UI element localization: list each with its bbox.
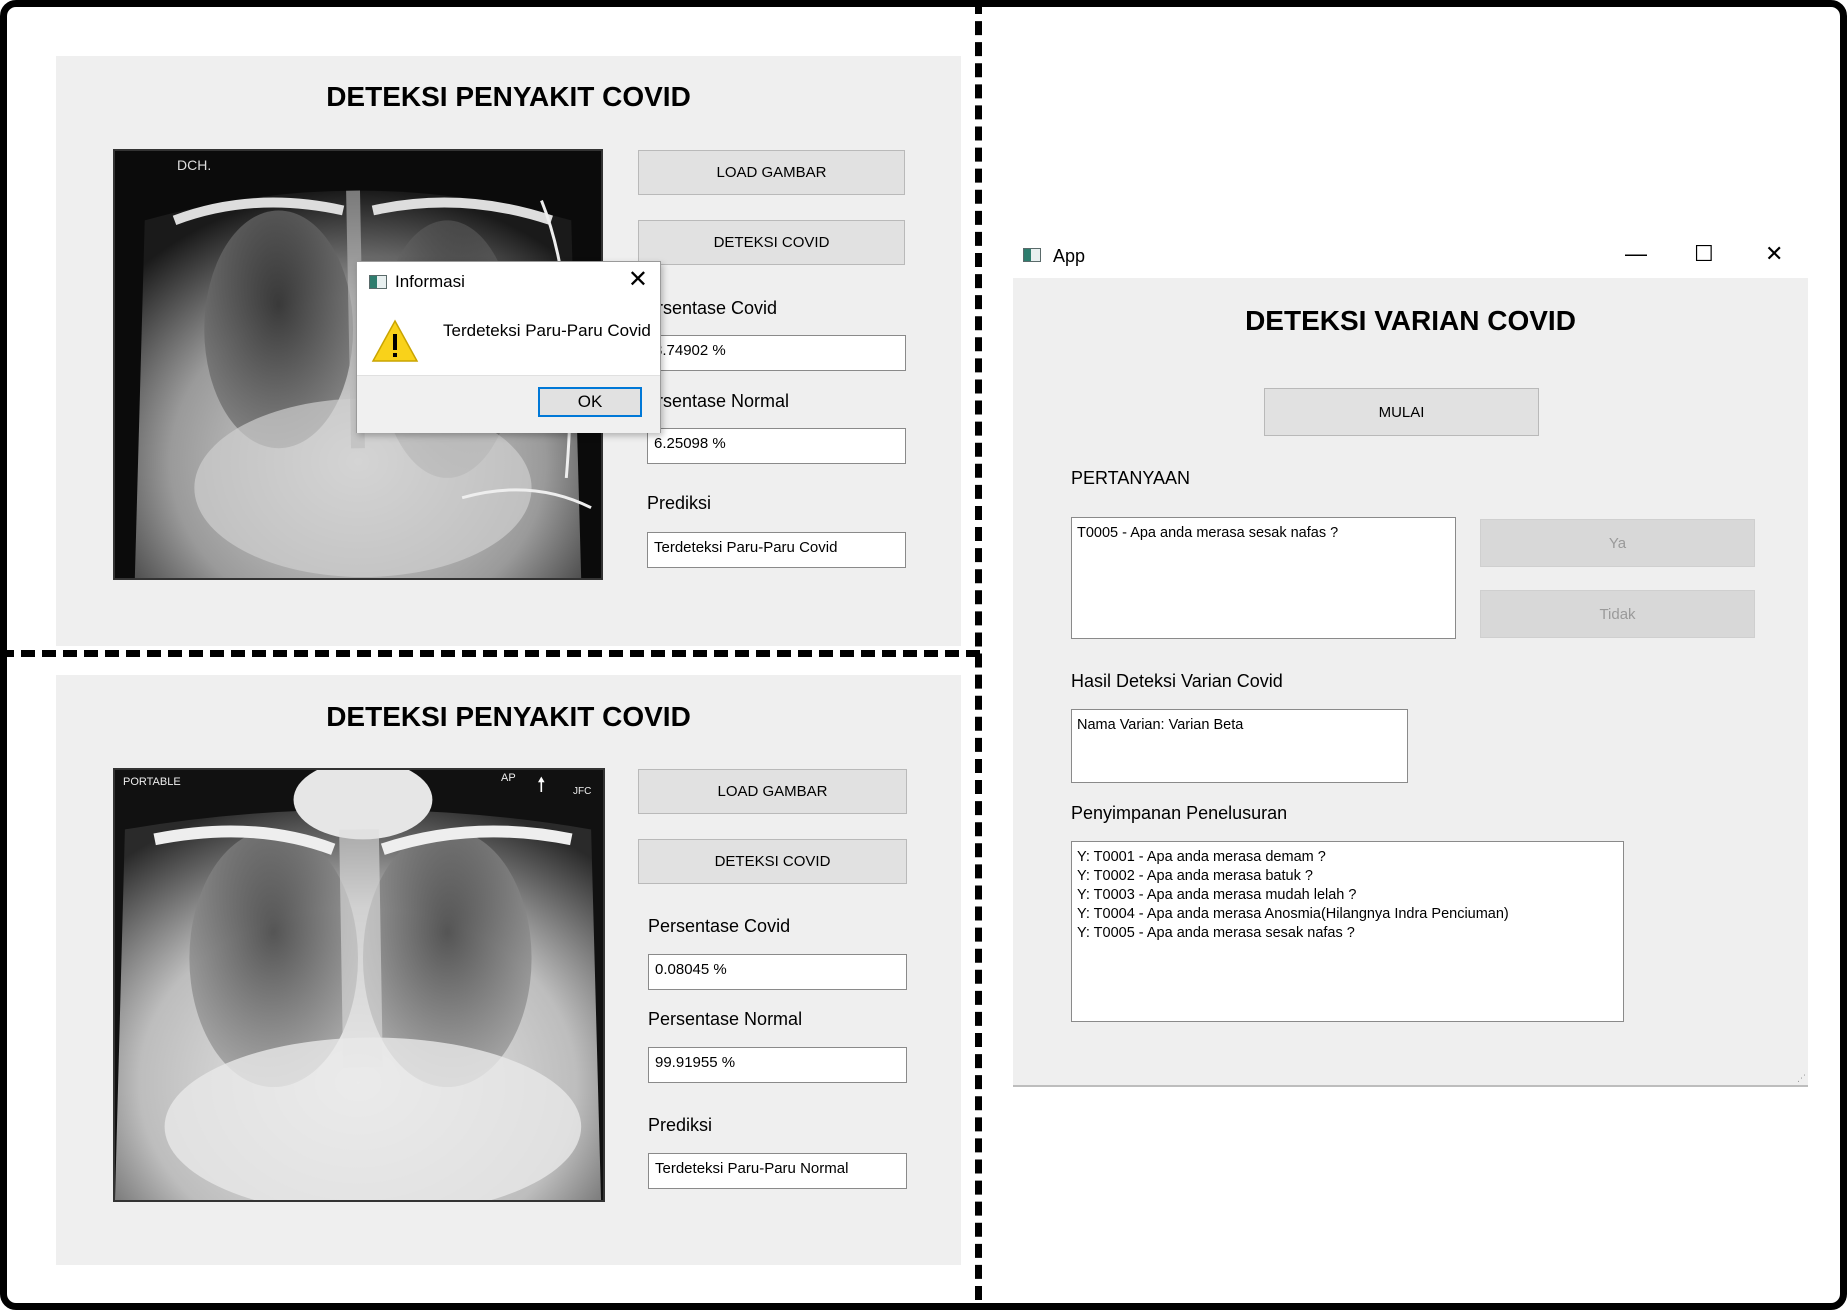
normal-percent-field[interactable]: 99.91955 % — [648, 1047, 907, 1083]
yes-button[interactable]: Ya — [1480, 519, 1755, 567]
prediction-field[interactable]: Terdeteksi Paru-Paru Covid — [647, 532, 906, 568]
title-bar: App — ☐ ✕ — [1013, 235, 1808, 278]
panel-title: DETEKSI PENYAKIT COVID — [326, 701, 691, 732]
prediction-label: Prediksi — [647, 493, 712, 513]
resize-grip-icon[interactable]: ⋰ — [1797, 1073, 1806, 1084]
result-label: Hasil Deteksi Varian Covid — [1071, 671, 1283, 691]
information-dialog: Informasi ✕ Terdeteksi Paru-Paru Covid O… — [356, 261, 661, 433]
arrow-up-icon: 🠕 — [537, 774, 546, 796]
covid-detection-panel-bottom: DETEKSI PENYAKIT COVID PORTABLE AP 🠕 JFC… — [56, 675, 961, 1265]
dialog-footer: OK — [357, 375, 660, 433]
history-textbox[interactable]: Y: T0001 - Apa anda merasa demam ? Y: T0… — [1071, 841, 1624, 1022]
prediction-field[interactable]: Terdeteksi Paru-Paru Normal — [648, 1153, 907, 1189]
normal-percent-label: Persentase Normal — [648, 1009, 803, 1029]
load-image-button[interactable]: LOAD GAMBAR — [638, 769, 907, 814]
panel-title: DETEKSI PENYAKIT COVID — [326, 81, 691, 112]
question-textbox[interactable]: T0005 - Apa anda merasa sesak nafas ? — [1071, 517, 1456, 639]
dialog-message: Terdeteksi Paru-Paru Covid — [443, 321, 651, 340]
minimize-icon[interactable]: — — [1625, 239, 1647, 269]
close-icon[interactable]: ✕ — [1765, 239, 1783, 269]
normal-percent-field[interactable]: 6.25098 % — [647, 428, 906, 464]
warning-icon — [371, 319, 419, 362]
app-icon — [1023, 248, 1041, 262]
covid-percent-field[interactable]: 0.08045 % — [648, 954, 907, 990]
variant-result-textbox[interactable]: Nama Varian: Varian Beta — [1071, 709, 1408, 783]
app-window: App — ☐ ✕ DETEKSI VARIAN COVID MULAI PER… — [1013, 235, 1808, 1087]
covid-percent-label: Persentase Covid — [648, 916, 791, 936]
prediction-label: Prediksi — [648, 1115, 713, 1135]
close-icon[interactable]: ✕ — [628, 268, 648, 292]
xray-marker-right: JFC — [573, 786, 592, 797]
horizontal-divider — [0, 650, 980, 657]
start-button[interactable]: MULAI — [1264, 388, 1539, 436]
no-button[interactable]: Tidak — [1480, 590, 1755, 638]
covid-percent-label: ersentase Covid — [647, 298, 778, 318]
covid-percent-field[interactable]: 3.74902 % — [647, 335, 906, 371]
load-image-button[interactable]: LOAD GAMBAR — [638, 150, 905, 195]
xray-marker-left: PORTABLE — [123, 776, 181, 788]
normal-percent-label: ersentase Normal — [647, 391, 790, 411]
window-title: App — [1053, 246, 1086, 266]
ok-button[interactable]: OK — [538, 387, 642, 417]
xray-image: PORTABLE AP 🠕 JFC — [113, 768, 605, 1202]
maximize-icon[interactable]: ☐ — [1694, 239, 1714, 269]
history-line: Y: T0004 - Apa anda merasa Anosmia(Hilan… — [1077, 906, 1509, 922]
xray-marker-ap: AP — [501, 772, 516, 784]
history-line: Y: T0003 - Apa anda merasa mudah lelah ? — [1077, 887, 1357, 903]
detect-covid-button[interactable]: DETEKSI COVID — [638, 220, 905, 265]
detect-covid-button[interactable]: DETEKSI COVID — [638, 839, 907, 884]
window-bottom-edge — [1013, 1085, 1808, 1087]
history-line: Y: T0005 - Apa anda merasa sesak nafas ? — [1077, 925, 1355, 941]
history-line: Y: T0001 - Apa anda merasa demam ? — [1077, 849, 1326, 865]
history-line: Y: T0002 - Apa anda merasa batuk ? — [1077, 868, 1313, 884]
app-icon — [369, 275, 387, 289]
dialog-title: Informasi — [395, 272, 465, 291]
history-label: Penyimpanan Penelusuran — [1071, 803, 1288, 823]
window-heading: DETEKSI VARIAN COVID — [1245, 305, 1576, 336]
xray-marker: DCH. — [177, 157, 212, 173]
question-label: PERTANYAAN — [1071, 468, 1191, 488]
